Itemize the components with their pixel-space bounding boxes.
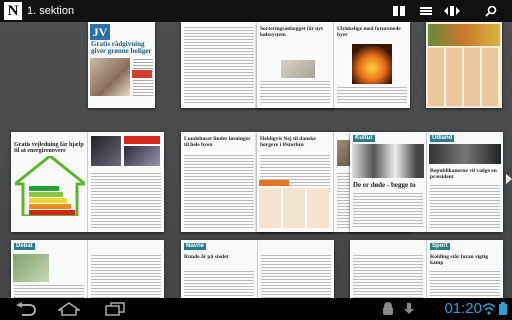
debat-page[interactable]: Debat xyxy=(11,240,88,298)
spread-navne[interactable]: Navne Runde år på stedet xyxy=(181,240,334,298)
udland-tag: Udland xyxy=(430,135,455,142)
kultur-tag: Kultur xyxy=(353,135,375,142)
udland-photo xyxy=(429,144,501,164)
page-4[interactable]: Sorteringsanlægget får nyt kølesystem xyxy=(257,22,334,108)
kultur-page[interactable]: Kultur De er døde - begge to xyxy=(350,132,427,232)
spread-8-9[interactable]: Gratis vejledning får hjælp til at energ… xyxy=(11,132,164,232)
spread-4-5[interactable]: Sorteringsanlægget får nyt kølesystem Ul… xyxy=(257,22,410,108)
udland-page[interactable]: Udland Republikanerne vil vælge en præsi… xyxy=(427,132,503,232)
front-photo xyxy=(90,58,130,96)
app-logo[interactable]: N xyxy=(4,2,22,20)
page-10[interactable]: Lundehuset finder løsninger til hele bye… xyxy=(181,132,258,232)
jv-logo: JV xyxy=(90,24,110,40)
sport-left-page[interactable] xyxy=(350,240,427,298)
page-4-headline: Sorteringsanlægget får nyt kølesystem xyxy=(260,26,323,38)
spread-debat[interactable]: Debat xyxy=(11,240,164,298)
navne-page-2[interactable] xyxy=(258,240,334,298)
energy-house-graphic xyxy=(15,156,85,216)
navne-tag: Navne xyxy=(184,243,207,250)
fire-photo xyxy=(352,44,392,84)
page-10-headline: Lundehuset finder løsninger til hele bye… xyxy=(184,136,251,148)
search-icon[interactable] xyxy=(485,5,497,17)
download-icon xyxy=(404,303,414,314)
front-headline: Gratis rådgivning giver grønne boliger xyxy=(91,40,152,55)
section-title[interactable]: 1. sektion xyxy=(27,4,74,18)
page-9[interactable] xyxy=(88,132,164,232)
recent-apps-icon[interactable] xyxy=(104,302,126,316)
debat-page-2[interactable] xyxy=(88,240,164,298)
home-icon[interactable] xyxy=(58,302,80,316)
sport-headline: Kolding står foran vigtig kamp xyxy=(430,254,489,266)
page-6-thumbnail[interactable] xyxy=(426,22,502,108)
page-8-headline: Gratis vejledning får hjælp til at energ… xyxy=(14,142,84,154)
spread-sport[interactable]: Sport Kolding står foran vigtig kamp xyxy=(350,240,503,298)
advert xyxy=(428,48,500,106)
page-2[interactable] xyxy=(181,22,258,108)
system-navigation-bar: 01:20 xyxy=(0,298,512,320)
page-5[interactable]: Ulykkelige med forurenede byer xyxy=(334,22,410,108)
page-6[interactable] xyxy=(426,22,502,108)
navne-page[interactable]: Navne Runde år på stedet xyxy=(181,240,258,298)
kultur-headline: De er døde - begge to xyxy=(353,181,416,189)
list-view-icon[interactable] xyxy=(420,5,432,17)
sport-tag: Sport xyxy=(430,243,450,250)
clock: 01:20 xyxy=(444,300,482,317)
front-page[interactable]: JV Gratis rådgivning giver grønne bolige… xyxy=(88,22,155,108)
sport-page[interactable]: Sport Kolding står foran vigtig kamp xyxy=(427,240,503,298)
battery-icon xyxy=(499,302,507,315)
next-page-arrow-icon[interactable] xyxy=(506,174,512,184)
wifi-icon xyxy=(483,303,495,315)
page-12-headline: Heldigvis Nej til danske borgere i Øster… xyxy=(260,136,316,148)
front-page-thumbnail[interactable]: JV Gratis rådgivning giver grønne bolige… xyxy=(88,22,155,108)
debat-photo xyxy=(13,254,49,282)
spread-kultur-udland[interactable]: Kultur De er døde - begge to Udland Repu… xyxy=(350,132,503,232)
page-12[interactable]: Heldigvis Nej til danske borgere i Øster… xyxy=(257,132,334,232)
top-toolbar: N 1. sektion xyxy=(0,0,512,22)
two-page-view-icon[interactable] xyxy=(393,5,405,17)
page-thumbnail-grid: JV Gratis rådgivning giver grønne bolige… xyxy=(0,22,512,298)
page-nav-icon[interactable] xyxy=(444,5,460,17)
udland-headline: Republikanerne vil vælge en præsident xyxy=(430,168,497,180)
back-icon[interactable] xyxy=(14,302,36,316)
kultur-photo xyxy=(352,144,424,178)
page-8[interactable]: Gratis vejledning får hjælp til at energ… xyxy=(11,132,88,232)
android-debug-icon xyxy=(383,302,393,315)
navne-headline: Runde år på stedet xyxy=(184,254,229,260)
page-5-headline: Ulykkelige med forurenede byer xyxy=(337,26,401,38)
debat-tag: Debat xyxy=(14,243,35,250)
